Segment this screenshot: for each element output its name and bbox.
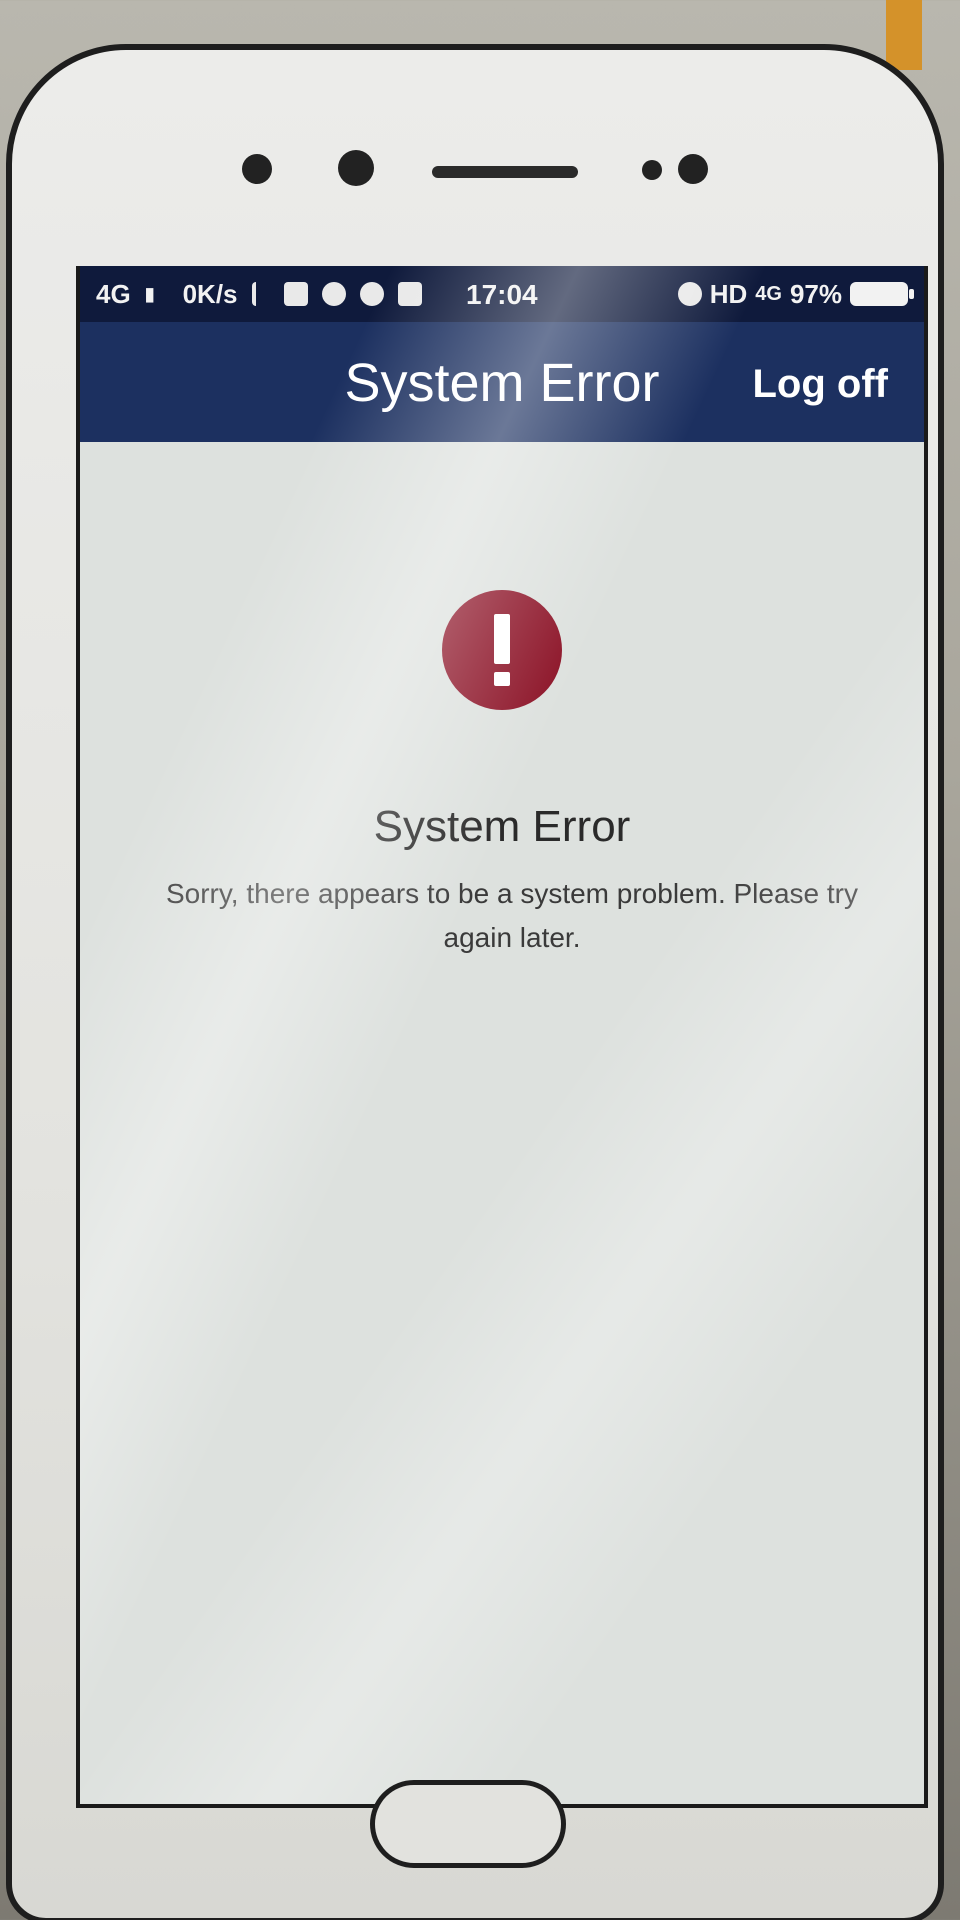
error-title: System Error xyxy=(373,802,631,851)
error-content: System Error Sorry, there appears to be … xyxy=(80,442,924,1804)
usb-icon xyxy=(251,282,270,306)
wechat-icon xyxy=(321,282,346,306)
signal-icon: ▮ xyxy=(144,283,155,304)
light-sensor xyxy=(678,154,708,184)
network-indicator: 4G xyxy=(96,278,131,309)
hd-indicator: HD xyxy=(709,278,748,309)
mail-icon xyxy=(397,282,422,306)
home-button[interactable] xyxy=(370,1780,566,1868)
status-right-group: HD 4G 97% xyxy=(677,278,914,310)
error-message: Sorry, there appears to be a system prob… xyxy=(165,878,858,953)
message-bubble-icon xyxy=(359,282,384,306)
proximity-sensor xyxy=(642,160,662,180)
phone-screen: 4G ▮ 0K/s 17:04 HD 4G 97% System Error L… xyxy=(76,266,928,1808)
status-time: 17:04 xyxy=(466,279,538,310)
earpiece-speaker xyxy=(432,166,578,178)
network-indicator-right: 4G xyxy=(755,282,782,305)
battery-icon xyxy=(850,282,914,306)
phone-device: 4G ▮ 0K/s 17:04 HD 4G 97% System Error L… xyxy=(6,44,944,1920)
front-camera xyxy=(338,150,374,186)
battery-percentage: 97% xyxy=(789,278,842,309)
status-left-group: 4G ▮ 0K/s xyxy=(96,279,422,310)
log-off-button[interactable]: Log off xyxy=(753,362,889,407)
notification-app-icon xyxy=(283,282,308,306)
app-header: System Error Log off xyxy=(80,322,924,442)
status-bar: 4G ▮ 0K/s 17:04 HD 4G 97% xyxy=(80,266,924,322)
data-speed: 0K/s xyxy=(182,278,238,309)
alarm-icon xyxy=(677,282,702,306)
exclamation-glyph xyxy=(494,614,510,686)
exclamation-circle-icon xyxy=(442,590,562,710)
front-sensor-dot xyxy=(242,154,272,184)
background-orange-object xyxy=(886,0,922,70)
